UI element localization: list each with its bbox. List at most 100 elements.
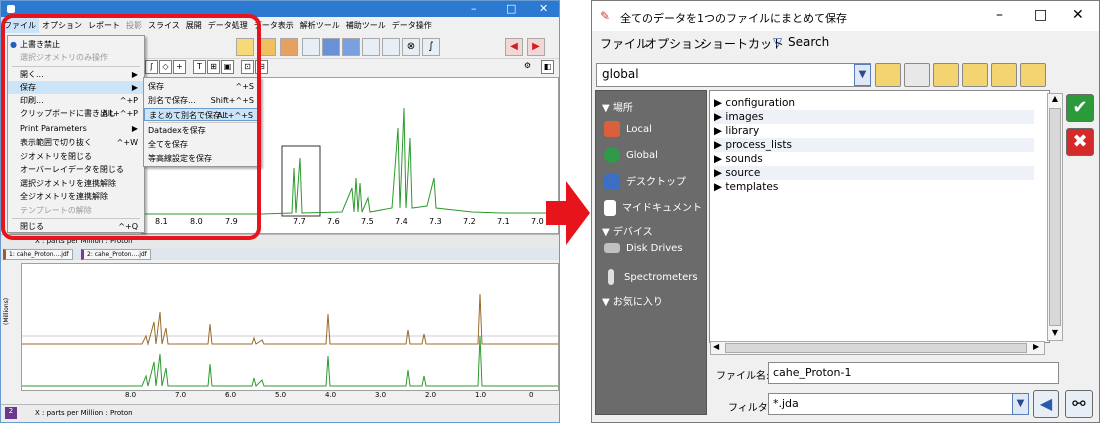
- filter-apply-button[interactable]: ◀: [1033, 390, 1059, 418]
- spectrum-plot-lower[interactable]: [21, 263, 559, 391]
- device-label: Spectrometers: [624, 272, 698, 283]
- place-desktop[interactable]: デスクトップ: [604, 173, 686, 190]
- scroll-thumb[interactable]: [725, 343, 1027, 353]
- tick-label: 7.7: [293, 217, 306, 226]
- scroll-thumb[interactable]: [1049, 108, 1061, 326]
- filter-label: フィルタ:: [728, 403, 772, 414]
- save-as-icon[interactable]: [342, 38, 360, 56]
- back-folder-icon[interactable]: [875, 63, 901, 87]
- minimize-icon[interactable]: –: [471, 2, 477, 15]
- menu-aux[interactable]: 補助ツール: [343, 17, 389, 33]
- home-icon: [604, 121, 620, 137]
- tick-label: 7.2: [463, 217, 476, 226]
- places-header-label: 場所: [612, 103, 633, 114]
- folder-item[interactable]: ▶ library: [714, 124, 1034, 138]
- integral-icon[interactable]: ∫: [422, 38, 440, 56]
- settings-icon[interactable]: ⚙: [521, 60, 534, 74]
- filter-combo[interactable]: *.jda: [768, 393, 1013, 415]
- folder-item[interactable]: ▶ source: [714, 166, 1034, 180]
- stop-icon[interactable]: ⊗: [402, 38, 420, 56]
- peak-pick-icon[interactable]: [382, 38, 400, 56]
- menu-options[interactable]: オプション: [645, 35, 705, 52]
- scroll-right-icon[interactable]: ▶: [1033, 342, 1039, 351]
- place-global[interactable]: Global: [604, 147, 658, 163]
- places-header: ▼ 場所: [602, 103, 633, 114]
- folder-item[interactable]: ▶ sounds: [714, 152, 1034, 166]
- scroll-left-icon[interactable]: ◀: [713, 342, 719, 351]
- device-spectrometers[interactable]: Spectrometers: [604, 269, 698, 285]
- chevron-down-icon[interactable]: ▼: [854, 64, 871, 86]
- binoculars-icon: ⚯: [1072, 394, 1086, 413]
- new-folder-icon[interactable]: [962, 63, 988, 87]
- tab-data-1[interactable]: 1: cahe_Proton....jdf: [3, 249, 73, 260]
- vertical-scrollbar[interactable]: ▲ ▼: [1047, 93, 1063, 341]
- ok-button[interactable]: ✔: [1066, 94, 1094, 122]
- menu-file[interactable]: ファイル: [600, 35, 648, 52]
- maximize-icon[interactable]: □: [506, 2, 516, 15]
- place-documents[interactable]: マイドキュメント: [604, 199, 702, 216]
- highlight-box: [1, 14, 261, 240]
- filter-value: *.jda: [773, 397, 799, 410]
- refresh-folder-icon[interactable]: [1020, 63, 1046, 87]
- places-panel: ▼ 場所 Local Global デスクトップ マイドキュメント ▼ デバイス…: [595, 90, 707, 415]
- back-arrow-icon[interactable]: ◀: [505, 38, 523, 56]
- up-folder-icon[interactable]: [933, 63, 959, 87]
- folder-item[interactable]: ▶ templates: [714, 180, 1034, 194]
- tab-data-2[interactable]: 2: cahe_Proton....jdf: [81, 249, 151, 260]
- maximize-icon[interactable]: □: [1034, 7, 1047, 23]
- tick-label: 7.0: [531, 217, 544, 226]
- tick-label: 7.4: [395, 217, 408, 226]
- dialog-title: 全てのデータを1つのファイルにまとめて保存: [620, 12, 847, 25]
- tick-label: 7.3: [429, 217, 442, 226]
- dialog-menubar: ファイル オプション ショートカット ▽ Search: [592, 31, 1099, 53]
- menu-shortcut[interactable]: ショートカット: [700, 35, 784, 52]
- tick-label: 2.0: [425, 391, 437, 399]
- device-disk-drives[interactable]: Disk Drives: [604, 243, 683, 254]
- close-icon[interactable]: ✕: [539, 2, 548, 15]
- folder-item[interactable]: ▶ images: [714, 110, 1034, 124]
- path-value: global: [602, 67, 639, 81]
- save-icon[interactable]: [322, 38, 340, 56]
- expand-icon[interactable]: ◧: [541, 60, 554, 74]
- place-label: デスクトップ: [626, 177, 686, 188]
- x-axis-lower: 8.0 7.0 6.0 5.0 4.0 3.0 2.0 1.0 0: [21, 391, 559, 403]
- tick-label: 5.0: [275, 391, 287, 399]
- binoculars-button[interactable]: ⚯: [1065, 390, 1093, 418]
- tick-label: 8.0: [125, 391, 137, 399]
- page-badge: 2: [5, 407, 17, 419]
- data-tabs: 1: cahe_Proton....jdf 2: cahe_Proton....…: [1, 248, 559, 260]
- spectrometer-icon: [608, 269, 614, 285]
- scroll-up-icon[interactable]: ▲: [1048, 94, 1062, 106]
- filename-field[interactable]: cahe_Proton-1: [768, 362, 1059, 384]
- favorite-folder-icon[interactable]: [991, 63, 1017, 87]
- menu-data-ops[interactable]: データ操作: [389, 17, 435, 33]
- document-icon: [604, 200, 616, 216]
- trash-icon[interactable]: [302, 38, 320, 56]
- forward-arrow-icon[interactable]: ▶: [527, 38, 545, 56]
- filename-value: cahe_Proton-1: [773, 366, 852, 379]
- print-icon[interactable]: [362, 38, 380, 56]
- scroll-down-icon[interactable]: ▼: [1048, 328, 1062, 340]
- chevron-down-icon[interactable]: ▼: [1012, 393, 1029, 415]
- menu-search[interactable]: Search: [788, 35, 829, 49]
- place-label: Global: [626, 150, 658, 161]
- path-combo[interactable]: global: [596, 63, 871, 87]
- tick-label: 7.0: [175, 391, 187, 399]
- check-icon: ✔: [1072, 97, 1088, 118]
- menu-analysis[interactable]: 解析ツール: [297, 17, 343, 33]
- folder-item[interactable]: ▶ configuration: [714, 96, 1034, 110]
- minimize-icon[interactable]: –: [996, 7, 1003, 23]
- folder-name: source: [725, 167, 761, 179]
- cancel-button[interactable]: ✖: [1066, 128, 1094, 156]
- devices-header-label: デバイス: [612, 227, 653, 238]
- close-icon[interactable]: ✕: [1072, 7, 1084, 23]
- folder-item[interactable]: ▶ process_lists: [714, 138, 1034, 152]
- tick-label: 7.6: [327, 217, 340, 226]
- place-label: Local: [626, 124, 652, 135]
- remove-icon[interactable]: [280, 38, 298, 56]
- forward-folder-icon[interactable]: [904, 63, 930, 87]
- horizontal-scrollbar[interactable]: ◀ ▶: [710, 341, 1045, 355]
- folder-list: ▶ configuration ▶ images ▶ library ▶ pro…: [709, 90, 1050, 343]
- place-local[interactable]: Local: [604, 121, 652, 137]
- tick-label: 7.1: [497, 217, 510, 226]
